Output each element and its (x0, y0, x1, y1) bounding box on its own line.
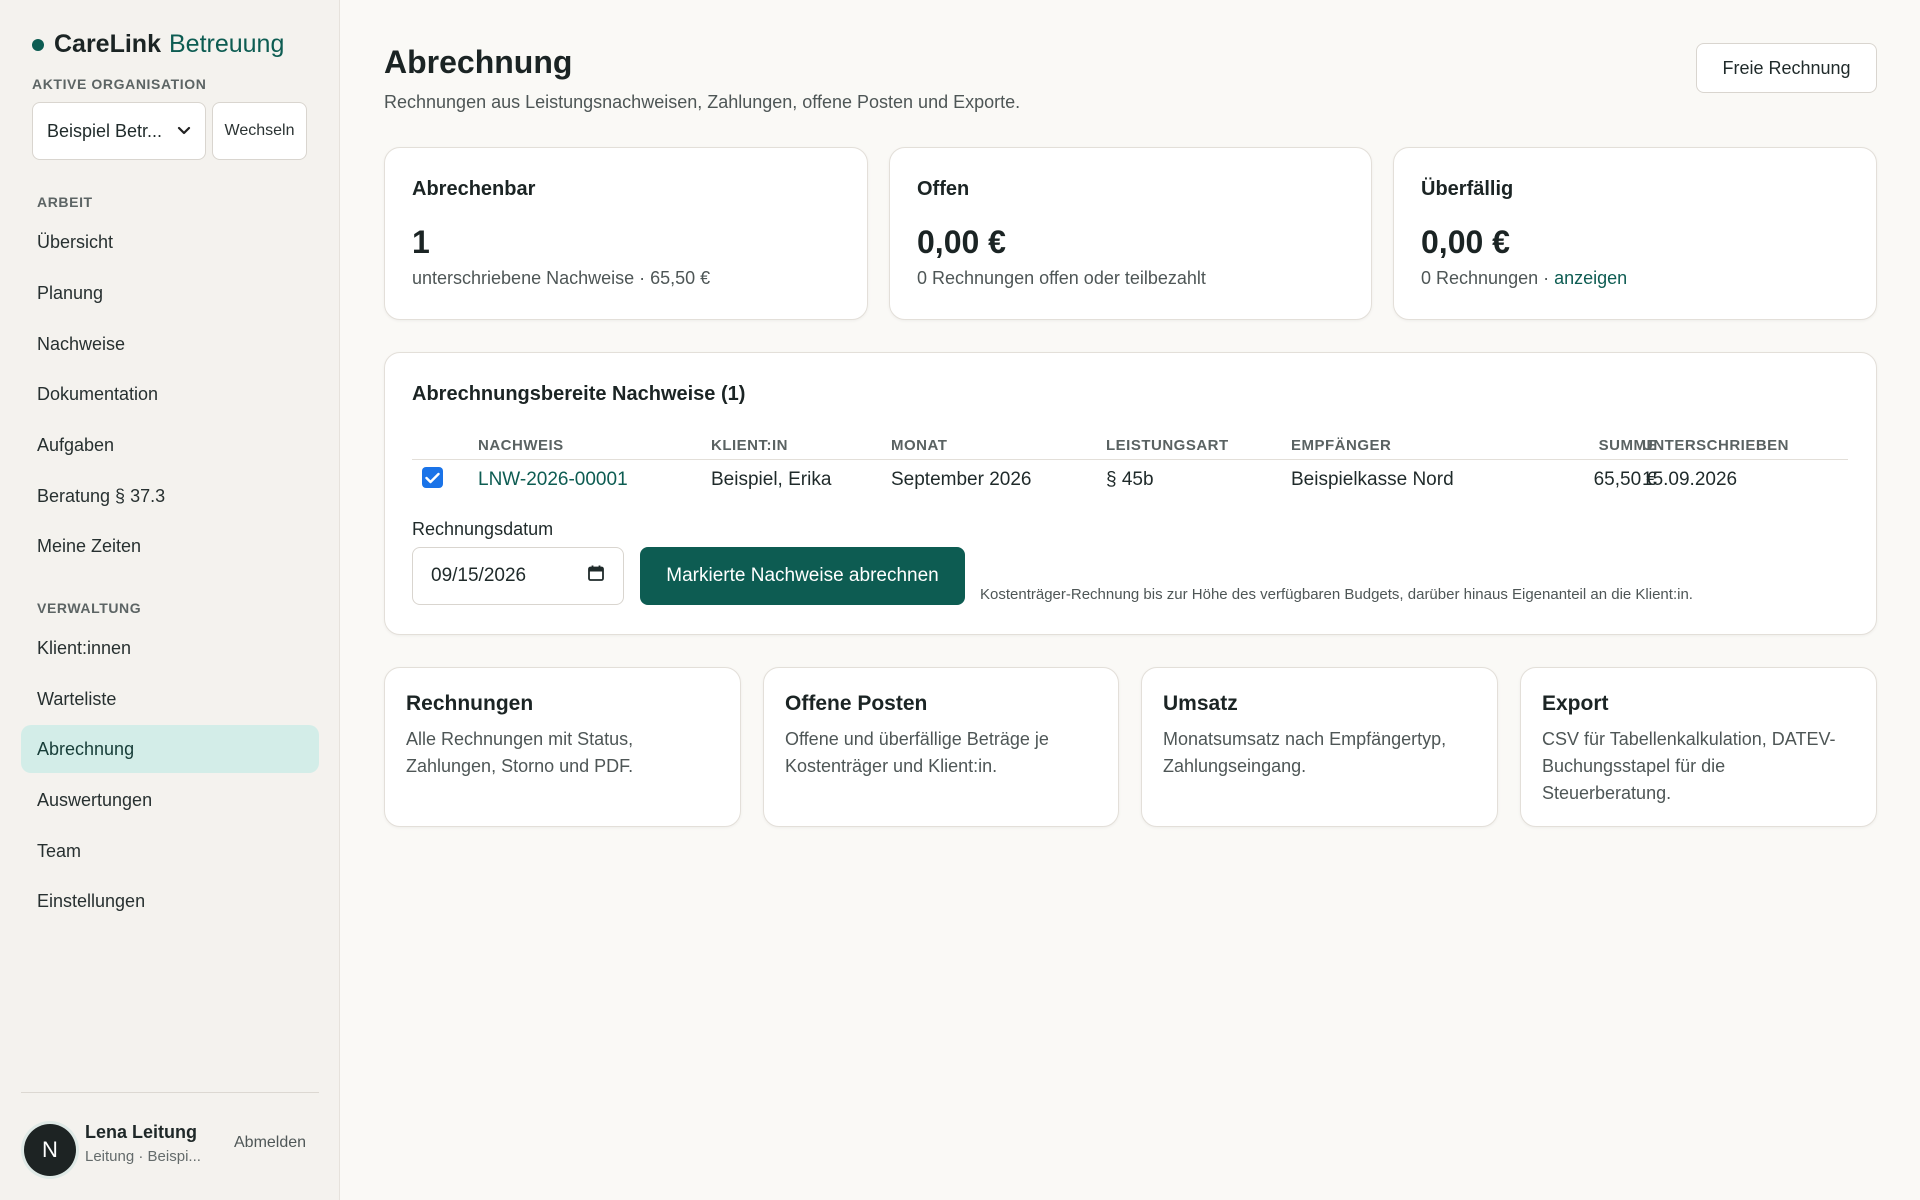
cell-leistungsart: § 45b (1106, 469, 1154, 490)
sidebar-item-abrechnung[interactable]: Abrechnung (21, 725, 319, 773)
overdue-show-link[interactable]: anzeigen (1554, 268, 1627, 288)
sidebar-item-meine-zeiten[interactable]: Meine Zeiten (21, 522, 319, 570)
link-card-description: Monatsumsatz nach Empfängertyp, Zahlungs… (1163, 729, 1447, 776)
column-header-monat: MONAT (891, 437, 948, 454)
link-card-rechnungen[interactable]: Rechnungen Alle Rechnungen mit Status, Z… (384, 667, 741, 827)
link-card-description: Alle Rechnungen mit Status, Zahlungen, S… (406, 729, 634, 776)
free-invoice-button[interactable]: Freie Rechnung (1696, 43, 1877, 93)
sidebar-item-beratung[interactable]: Beratung § 37.3 (21, 472, 319, 520)
row-select-checkbox[interactable] (422, 467, 443, 488)
organisation-select[interactable]: Beispiel Betr... (32, 102, 206, 160)
column-header-nachweis: NACHWEIS (478, 437, 564, 454)
link-card-title: Offene Posten (785, 692, 928, 715)
link-card-export[interactable]: Export CSV für Tabellenkalkulation, DATE… (1520, 667, 1877, 827)
nav-section-work: ARBEIT (37, 194, 93, 210)
organisation-switch-button[interactable]: Wechseln (212, 102, 307, 160)
stat-subtext: 0 Rechnungen · anzeigen (1421, 268, 1627, 289)
cell-summe: 65,50 € (1593, 469, 1657, 490)
sidebar-item-einstellungen[interactable]: Einstellungen (21, 877, 319, 925)
page-title: Abrechnung (384, 44, 573, 80)
logout-button[interactable]: Abmelden (234, 1134, 306, 1152)
stat-card-open: Offen 0,00 € 0 Rechnungen offen oder tei… (889, 147, 1372, 320)
bill-selected-button[interactable]: Markierte Nachweise abrechnen (640, 547, 965, 605)
invoice-date-label: Rechnungsdatum (412, 519, 554, 539)
page-subtitle: Rechnungen aus Leistungsnachweisen, Zahl… (384, 92, 1021, 112)
organisation-label: AKTIVE ORGANISATION (32, 76, 207, 92)
sidebar-item-nachweise[interactable]: Nachweise (21, 320, 319, 368)
stat-subtext: unterschriebene Nachweise · 65,50 € (412, 268, 711, 288)
billable-proofs-card: Abrechnungsbereite Nachweise (1) NACHWEI… (384, 352, 1877, 635)
organisation-select-value: Beispiel Betr... (47, 120, 163, 141)
overdue-count: 0 Rechnungen · (1421, 268, 1550, 288)
sidebar-item-team[interactable]: Team (21, 827, 319, 875)
user-role: Leitung · Beispi... (85, 1148, 201, 1165)
sidebar-item-dokumentation[interactable]: Dokumentation (21, 370, 319, 418)
brand-name: CareLink (54, 30, 161, 58)
sidebar: CareLink Betreuung AKTIVE ORGANISATION B… (0, 0, 340, 1200)
sidebar-item-klientinnen[interactable]: Klient:innen (21, 624, 319, 672)
stat-value: 1 (412, 224, 430, 260)
stat-card-billable: Abrechenbar 1 unterschriebene Nachweise … (384, 147, 868, 320)
stat-title: Abrechenbar (412, 178, 536, 200)
link-card-title: Umsatz (1163, 692, 1238, 715)
stat-value: 0,00 € (917, 224, 1006, 260)
stat-title: Überfällig (1421, 178, 1514, 200)
cell-empfaenger: Beispielkasse Nord (1291, 469, 1454, 490)
column-header-leistungsart: LEISTUNGSART (1106, 437, 1229, 454)
column-header-klient: KLIENT:IN (711, 437, 788, 454)
column-header-unterschrieben: UNTERSCHRIEBEN (1642, 437, 1790, 454)
billing-hint: Kostenträger-Rechnung bis zur Höhe des v… (980, 586, 1693, 603)
user-name: Lena Leitung (85, 1122, 197, 1142)
link-card-description: Offene und überfällige Beträge je Kosten… (785, 729, 1049, 776)
stat-card-overdue: Überfällig 0,00 € 0 Rechnungen · anzeige… (1393, 147, 1877, 320)
proof-id-link[interactable]: LNW-2026-00001 (478, 469, 628, 491)
link-card-description: CSV für Tabellenkalkulation, DATEV-Buchu… (1542, 729, 1836, 803)
chevron-down-icon (177, 123, 191, 139)
sidebar-item-uebersicht[interactable]: Übersicht (21, 218, 319, 266)
cell-monat: September 2026 (891, 469, 1032, 490)
cell-unterschrieben: 15.09.2026 (1642, 469, 1738, 490)
table-header-divider (412, 459, 1848, 460)
invoice-date-value: 09/15/2026 (431, 565, 527, 586)
nav-section-admin: VERWALTUNG (37, 600, 142, 616)
stat-title: Offen (917, 178, 970, 200)
calendar-icon[interactable] (587, 564, 605, 588)
sidebar-item-warteliste[interactable]: Warteliste (21, 675, 319, 723)
link-card-offene-posten[interactable]: Offene Posten Offene und überfällige Bet… (763, 667, 1119, 827)
invoice-date-input[interactable]: 09/15/2026 (412, 547, 624, 605)
status-dot-icon (32, 38, 44, 51)
column-header-empfaenger: EMPFÄNGER (1291, 437, 1392, 454)
check-icon (425, 472, 440, 483)
brand-logo[interactable]: CareLink Betreuung (32, 30, 284, 59)
cell-klient: Beispiel, Erika (711, 469, 832, 490)
brand-product: Betreuung (168, 30, 285, 58)
stat-value: 0,00 € (1421, 224, 1510, 260)
avatar[interactable]: N (24, 1124, 76, 1176)
sidebar-item-aufgaben[interactable]: Aufgaben (21, 421, 319, 469)
section-title: Abrechnungsbereite Nachweise (1) (412, 383, 746, 405)
link-card-umsatz[interactable]: Umsatz Monatsumsatz nach Empfängertyp, Z… (1141, 667, 1498, 827)
stat-subtext: 0 Rechnungen offen oder teilbezahlt (917, 268, 1206, 288)
sidebar-item-auswertungen[interactable]: Auswertungen (21, 776, 319, 824)
sidebar-item-planung[interactable]: Planung (21, 269, 319, 317)
link-card-title: Export (1542, 692, 1609, 715)
sidebar-divider (21, 1092, 319, 1093)
link-card-title: Rechnungen (406, 692, 534, 715)
